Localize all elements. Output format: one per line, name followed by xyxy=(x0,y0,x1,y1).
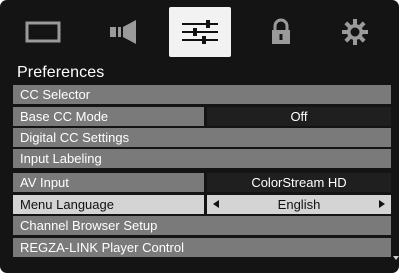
picture-icon xyxy=(25,20,61,44)
menu-item-value: English xyxy=(277,197,321,212)
menu-title: Preferences xyxy=(17,64,105,81)
menu-item-label: AV Input xyxy=(13,173,204,192)
setup-gear-icon xyxy=(341,18,369,46)
tab-setup[interactable] xyxy=(324,7,386,57)
menu-item-label: REGZA-LINK Player Control xyxy=(13,238,391,257)
tv-menu-screen: Preferences CC Selector Base CC Mode Off… xyxy=(0,0,399,273)
scroll-down-indicator-icon xyxy=(393,256,399,260)
menu-item-value[interactable]: Off xyxy=(207,107,391,126)
menu-item-regza-link-player-control[interactable]: REGZA-LINK Player Control xyxy=(13,238,391,257)
tab-preferences[interactable] xyxy=(169,7,231,57)
menu-item-digital-cc-settings[interactable]: Digital CC Settings xyxy=(13,128,391,147)
menu-category-bar xyxy=(8,7,391,57)
menu-item-label: Input Labeling xyxy=(13,149,391,168)
menu-item-av-input[interactable]: AV Input ColorStream HD xyxy=(13,173,391,192)
menu-item-label: Base CC Mode xyxy=(13,107,204,126)
menu-language-selector[interactable]: English xyxy=(207,195,391,214)
menu-item-label: Menu Language xyxy=(13,195,204,214)
menu-item-channel-browser-setup[interactable]: Channel Browser Setup xyxy=(13,216,391,235)
menu-item-input-labeling[interactable]: Input Labeling xyxy=(13,149,391,168)
sound-icon xyxy=(106,19,140,45)
menu-item-label: Channel Browser Setup xyxy=(13,216,391,235)
tab-sound[interactable] xyxy=(92,7,154,57)
tab-lock[interactable] xyxy=(250,7,312,57)
menu-item-label: Digital CC Settings xyxy=(13,128,391,147)
right-arrow-icon[interactable] xyxy=(379,200,385,208)
left-arrow-icon[interactable] xyxy=(213,200,219,208)
tab-picture[interactable] xyxy=(12,7,74,57)
menu-item-label: CC Selector xyxy=(13,85,391,104)
preferences-sliders-icon xyxy=(180,18,220,46)
menu-item-base-cc-mode[interactable]: Base CC Mode Off xyxy=(13,107,391,126)
menu-item-value[interactable]: ColorStream HD xyxy=(207,173,391,192)
menu-item-cc-selector[interactable]: CC Selector xyxy=(13,85,391,104)
menu-item-menu-language[interactable]: Menu Language English xyxy=(13,195,391,214)
lock-icon xyxy=(269,18,293,46)
